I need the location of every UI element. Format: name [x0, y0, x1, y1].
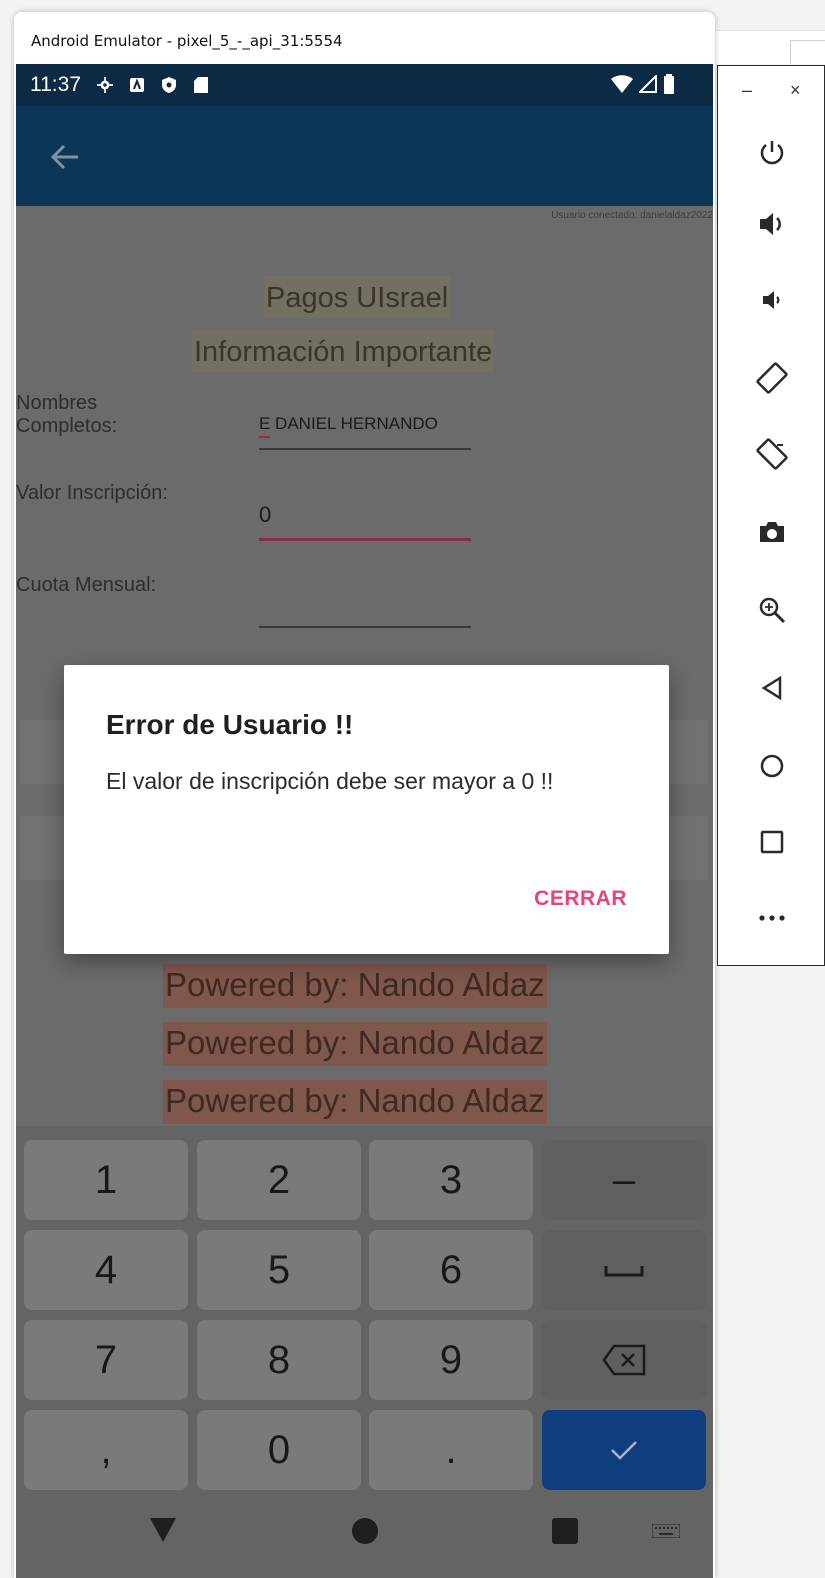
sd-card-icon [193, 77, 209, 93]
check-icon [611, 1441, 637, 1460]
nav-home-icon[interactable] [352, 1518, 378, 1544]
status-time: 11:37 [30, 73, 81, 96]
inscripcion-field-underline [259, 538, 471, 541]
key-space[interactable] [542, 1230, 706, 1310]
status-right-icons [611, 74, 675, 94]
emulator-window: Android Emulator - pixel_5_-_api_31:5554… [14, 12, 715, 1578]
home-icon[interactable] [754, 748, 790, 784]
user-connected-label: Usuario conectado: danielaldaz2022 [551, 210, 713, 221]
nombres-field-underline [259, 448, 471, 450]
system-nav-bar [16, 1492, 713, 1578]
key-comma[interactable]: , [24, 1410, 188, 1490]
volume-up-icon[interactable] [754, 206, 790, 242]
more-icon[interactable] [754, 900, 790, 936]
nav-back-icon[interactable] [150, 1518, 176, 1542]
nombres-field[interactable]: E DANIEL HERNANDO [259, 414, 438, 434]
close-window-icon[interactable]: × [790, 80, 801, 101]
key-backspace[interactable] [542, 1320, 706, 1400]
page-subtitle: Información Importante [192, 330, 495, 372]
status-bar: 11:37 [16, 64, 713, 106]
page-title: Pagos UIsrael [264, 276, 451, 318]
key-3[interactable]: 3 [369, 1140, 533, 1220]
key-9[interactable]: 9 [369, 1320, 533, 1400]
back-arrow-icon[interactable] [48, 140, 82, 174]
zoom-icon[interactable] [754, 592, 790, 628]
key-7[interactable]: 7 [24, 1320, 188, 1400]
app-bar [16, 106, 713, 206]
app-a-icon [129, 77, 145, 93]
window-title[interactable]: Android Emulator - pixel_5_-_api_31:5554 [14, 12, 715, 64]
key-5[interactable]: 5 [197, 1230, 361, 1310]
powered-by-2: Powered by: Nando Aldaz [163, 964, 547, 1008]
cuota-label: Cuota Mensual: [16, 574, 157, 596]
minimize-icon[interactable]: – [742, 80, 752, 101]
nav-overview-icon[interactable] [552, 1518, 578, 1544]
key-4[interactable]: 4 [24, 1230, 188, 1310]
key-1[interactable]: 1 [24, 1140, 188, 1220]
cuota-field-underline [259, 626, 471, 628]
inscripcion-label: Valor Inscripción: [16, 482, 168, 504]
camera-icon[interactable] [754, 514, 790, 550]
rotate-left-icon[interactable] [754, 360, 790, 396]
error-dialog: Error de Usuario !! El valor de inscripc… [64, 665, 669, 954]
backspace-icon [602, 1344, 646, 1376]
keyboard-switch-icon[interactable] [652, 1524, 680, 1538]
desktop-background-fragment [790, 40, 825, 64]
overview-icon[interactable] [754, 824, 790, 860]
wifi-icon [611, 75, 633, 93]
dialog-message: El valor de inscripción debe ser mayor a… [106, 768, 554, 794]
close-button[interactable]: CERRAR [534, 887, 627, 911]
key-minus[interactable]: – [542, 1140, 706, 1220]
dialog-title: Error de Usuario !! [106, 709, 354, 740]
key-0[interactable]: 0 [197, 1410, 361, 1490]
power-icon[interactable] [754, 134, 790, 170]
spellcheck-underline [259, 436, 270, 438]
key-period[interactable]: . [369, 1410, 533, 1490]
key-enter[interactable] [542, 1410, 706, 1490]
rotate-right-icon[interactable] [754, 436, 790, 472]
battery-icon [664, 74, 674, 94]
volume-down-icon[interactable] [754, 282, 790, 318]
key-8[interactable]: 8 [197, 1320, 361, 1400]
key-2[interactable]: 2 [197, 1140, 361, 1220]
powered-by-3: Powered by: Nando Aldaz [163, 1022, 547, 1066]
back-icon[interactable] [754, 670, 790, 706]
nombres-label: Nombres Completos: [16, 392, 118, 437]
powered-by-4: Powered by: Nando Aldaz [163, 1080, 547, 1124]
shield-icon [161, 77, 177, 93]
inscripcion-field[interactable]: 0 [259, 502, 271, 528]
settings-icon [97, 77, 113, 93]
key-6[interactable]: 6 [369, 1230, 533, 1310]
emulator-side-panel: – × [717, 65, 825, 966]
signal-icon [639, 75, 657, 93]
phone-screen: 11:37 Usuario conectado: danielaldaz2022… [16, 64, 713, 1578]
space-icon [604, 1266, 644, 1277]
